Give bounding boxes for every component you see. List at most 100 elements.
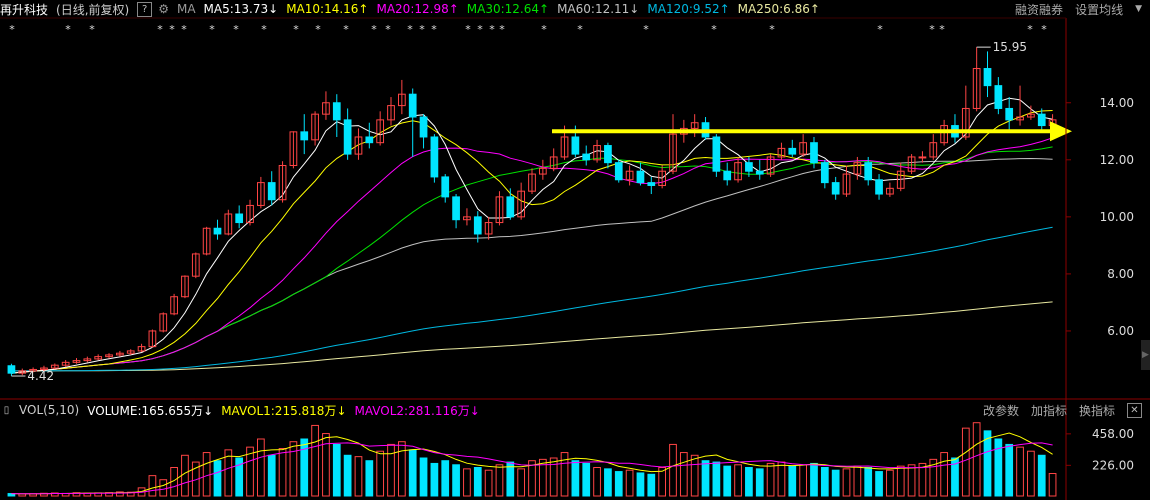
price-tick-label-1: 12.00 [1100, 153, 1134, 167]
event-marker-13: * [385, 23, 391, 36]
volume-bar-57 [625, 469, 634, 497]
event-marker-18: * [477, 23, 483, 36]
candle-body-52 [571, 136, 580, 155]
event-marker-29: * [1027, 23, 1033, 36]
zoom-icon[interactable]: ▯ [0, 404, 13, 417]
ma-item-5: MA120:9.52↑ [647, 2, 730, 16]
ma-item-4: MA60:12.11↓ [557, 2, 640, 16]
volume-bar-95 [1037, 454, 1046, 497]
candle-body-31 [343, 119, 352, 155]
volume-bar-67 [734, 464, 742, 497]
event-marker-23: * [643, 23, 649, 36]
ma10-line [11, 110, 1053, 374]
candle-body-69 [755, 170, 764, 175]
trend-arrow-head [1050, 121, 1072, 142]
volume-bar-19 [213, 460, 222, 497]
volume-header: ▯ VOL(5,10) VOLUME:165.655万↓ MAVOL1:215.… [0, 401, 1150, 419]
volume-bar-14 [159, 479, 168, 497]
event-marker-3: * [157, 23, 163, 36]
ma-item-3: MA30:12.64↑ [466, 2, 550, 16]
set-ma-link[interactable]: 设置均线 [1075, 1, 1123, 18]
volume-bar-76 [831, 469, 840, 497]
volume-tick-label-0: 458.00 [1092, 427, 1134, 441]
close-icon[interactable]: ✕ [1127, 402, 1142, 418]
volume-bar-34 [376, 450, 385, 497]
event-marker-5: * [181, 23, 187, 36]
volume-bar-37 [408, 449, 417, 497]
candle-body-80 [875, 179, 883, 195]
mavol2-value: MAVOL2:281.116万↓ [355, 402, 480, 419]
volume-links: 改参数 加指标 换指标 ✕ [983, 401, 1142, 419]
volume-bar-61 [669, 443, 677, 497]
edit-params-link[interactable]: 改参数 [983, 402, 1019, 419]
margin-trading-link[interactable]: 融资融券 [1015, 1, 1063, 18]
candle-body-59 [647, 182, 656, 186]
candle-body-56 [614, 162, 623, 181]
volume-bar-75 [820, 467, 829, 497]
candlestick-chart[interactable]: * * * * * * * * * * * * * * * * * * * * * * * * * * * * * * *15.954.42… [0, 0, 1150, 500]
mavol1-line [11, 432, 1053, 495]
ma-item-1: MA10:14.16↑ [286, 2, 369, 16]
volume-bar-72 [788, 465, 797, 497]
volume-bar-82 [896, 465, 905, 497]
candle-body-68 [745, 162, 753, 172]
event-marker-2: * [89, 23, 95, 36]
candle-body-39 [430, 136, 439, 178]
collapse-icon[interactable]: ▼ [1135, 4, 1142, 14]
volume-bar-58 [636, 472, 645, 497]
mavol1-value: MAVOL1:215.818万↓ [221, 402, 346, 419]
event-marker-30: * [1041, 23, 1047, 36]
candle-body-38 [419, 116, 428, 138]
candle-body-74 [810, 142, 818, 164]
candle-body-65 [712, 136, 721, 172]
stock-name[interactable]: 再升科技 [0, 1, 48, 18]
ma5-line [11, 97, 1053, 374]
volume-bar-42 [463, 468, 471, 497]
event-marker-28: * [939, 23, 945, 36]
volume-bar-50 [549, 457, 558, 497]
candle-body-19 [213, 227, 222, 235]
candle-body-46 [506, 196, 515, 218]
event-marker-17: * [465, 23, 471, 36]
vol-label[interactable]: VOL(5,10) [19, 403, 79, 417]
volume-bar-43 [473, 467, 482, 497]
volume-bar-56 [614, 471, 623, 497]
volume-bar-41 [452, 464, 460, 497]
volume-bar-68 [745, 467, 753, 497]
volume-bar-13 [148, 475, 157, 497]
ma-label: MA [176, 2, 196, 16]
volume-bar-47 [517, 468, 526, 497]
ma-legend: MA5:13.73↓ MA10:14.16↑ MA20:12.98↑ MA30:12.… [204, 2, 828, 16]
period-label[interactable]: (日线,前复权) [56, 1, 129, 18]
candle-body-27 [300, 131, 309, 141]
candle-body-24 [267, 182, 276, 201]
volume-bar-45 [495, 464, 504, 497]
gear-icon[interactable]: ⚙ [158, 2, 169, 16]
volume-bar-26 [289, 441, 298, 497]
volume-bar-65 [712, 461, 721, 497]
volume-bar-36 [397, 441, 406, 497]
volume-bar-73 [799, 464, 807, 497]
event-marker-4: * [169, 23, 175, 36]
help-icon[interactable]: ? [137, 1, 153, 17]
change-indicator-link[interactable]: 换指标 [1079, 402, 1115, 419]
candle-body-75 [820, 162, 829, 184]
ma120-line [11, 226, 1053, 372]
volume-bar-90 [983, 430, 992, 497]
candle-body-90 [983, 68, 992, 87]
price-tick-label-2: 10.00 [1100, 210, 1134, 224]
volume-bar-27 [300, 438, 309, 497]
volume-bar-29 [322, 433, 330, 497]
volume-bar-71 [777, 461, 786, 497]
price-tick-label-4: 6.00 [1107, 324, 1134, 338]
candle-body-58 [636, 170, 645, 184]
add-indicator-link[interactable]: 加指标 [1031, 402, 1067, 419]
candle-body-33 [365, 136, 374, 144]
volume-bar-33 [365, 460, 374, 497]
scroll-right-icon[interactable]: ▶ [1141, 340, 1150, 370]
volume-bar-74 [810, 462, 818, 497]
mavol1-text: MAVOL1:215.818万 [221, 403, 337, 418]
volume-bar-52 [571, 460, 580, 497]
event-marker-24: * [711, 23, 717, 36]
mavol2-arrow: ↓ [469, 403, 480, 418]
